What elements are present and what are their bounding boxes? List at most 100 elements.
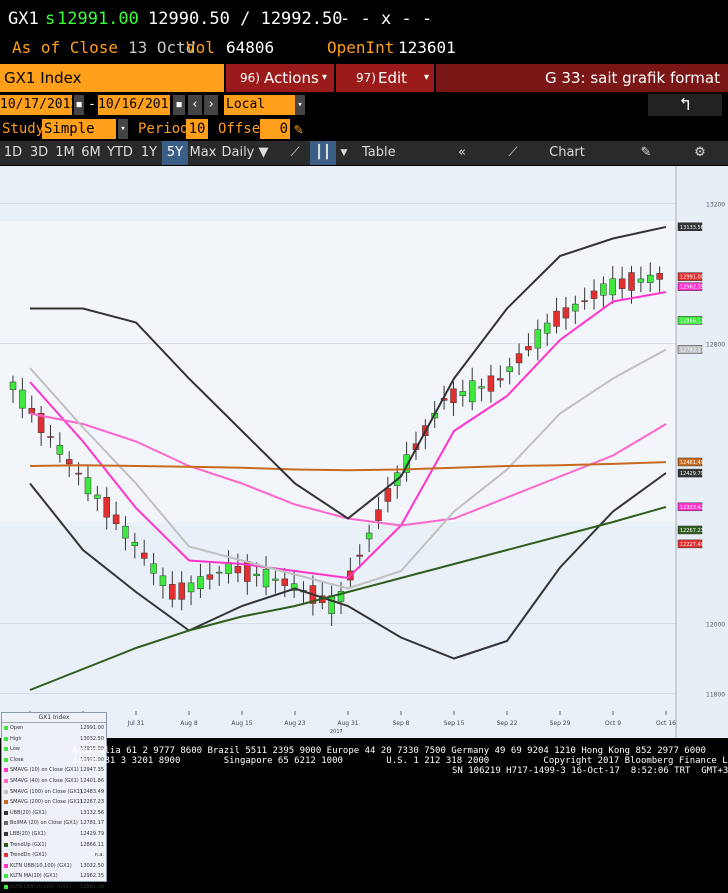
legend-swatch (4, 863, 8, 868)
candle-body (169, 584, 176, 600)
tab-ytd[interactable]: YTD (104, 141, 136, 165)
calendar-icon[interactable]: ▪ (173, 95, 185, 115)
spread-mark: - - x - - (340, 9, 433, 29)
candle-body (281, 578, 289, 586)
chart-canvas[interactable]: 13200128001200011800Jul 14Jul 21Jul 31Au… (0, 166, 728, 738)
tab-1y[interactable]: 1Y (136, 141, 162, 165)
legend-label: Open (10, 725, 24, 731)
legend-value: 13032.50 (80, 862, 104, 869)
pencil-icon[interactable]: ✎ (294, 119, 303, 139)
candle-body (65, 459, 73, 465)
next-period-icon[interactable]: › (204, 95, 218, 115)
chart-toolbar: 1D 3D 1M 6M YTD 1Y 5Y Max Daily ▼ ⟋ ┃┃ ▼ Table … (0, 141, 728, 184)
candlestick-icon[interactable]: ┃┃ (310, 141, 336, 165)
candle-body (150, 563, 157, 574)
candle-body (497, 378, 504, 381)
legend-value: 12429.79 (80, 830, 104, 837)
tab-1m[interactable]: 1M (52, 141, 78, 165)
calendar-icon[interactable]: ▪ (74, 95, 84, 115)
legend-swatch (4, 810, 8, 815)
offset-input[interactable]: 0 (260, 119, 290, 139)
actions-label: Actions (264, 69, 319, 87)
date-separator: - (88, 97, 96, 112)
value-marker-label: 12783.17 (680, 347, 704, 353)
value-marker-label: 12227.49 (680, 542, 704, 548)
value-marker-label: 12866.11 (680, 318, 704, 324)
candle-body (543, 322, 551, 334)
actions-menu[interactable]: 96) Actions ▾ (226, 64, 334, 92)
value-marker-label: 13133.56 (680, 225, 704, 231)
collapse-icon[interactable]: « (452, 141, 472, 165)
legend-item[interactable]: TrendDn (GX1) n.a. (2, 850, 106, 861)
legend-label: TrendDn (GX1) (10, 852, 47, 859)
tab-3d[interactable]: 3D (26, 141, 52, 165)
line-chart-icon[interactable]: ⟋ (284, 141, 306, 165)
back-arrow-icon[interactable]: ↰ (648, 94, 722, 116)
date-range-bar: 10/17/2012 ▪ - 10/16/2017 ▪ ‹ › Local CC… (0, 94, 728, 132)
chart-content-icon[interactable]: ⟋ (504, 141, 522, 165)
chevron-down-icon[interactable]: ▾ (295, 95, 305, 115)
candle-body (562, 307, 570, 319)
tab-max[interactable]: Max (188, 141, 218, 165)
legend-item[interactable]: TrendUp (GX1) 12866.11 (2, 840, 106, 851)
interval-select[interactable]: Daily ▼ (220, 141, 270, 165)
prev-period-icon[interactable]: ‹ (188, 95, 202, 115)
last-price: 12991.00 (57, 9, 139, 29)
chart-content-button[interactable]: Chart Content (530, 141, 604, 184)
x-tick-label: Oct 9 (605, 720, 621, 727)
price-chart[interactable]: 13200128001200011800Jul 14Jul 21Jul 31Au… (0, 166, 728, 890)
period-input[interactable]: 10 (186, 119, 208, 139)
x-tick-label: Aug 31 (337, 720, 358, 727)
value-marker-label: 12429.79 (680, 471, 704, 477)
table-button[interactable]: Table (362, 141, 396, 165)
period-label: Period (138, 121, 189, 137)
security-field[interactable]: GX1 Index (0, 64, 224, 92)
legend-swatch (4, 821, 8, 826)
footer-line-1: Australia 61 2 9777 8600 Brazil 5511 239… (72, 746, 706, 756)
candle-body (94, 494, 101, 499)
candle-body (534, 329, 542, 349)
legend-item[interactable]: BollMA (20) on Close (GX1) 12781.17 (2, 818, 106, 829)
legend-item[interactable]: KLTN MA(10) (GX1) 12962.35 (2, 871, 106, 882)
chevron-down-icon[interactable]: ▼ (338, 141, 350, 165)
legend-label: BollMA (20) on Close (GX1) (10, 820, 78, 827)
open-interest: 123601 (398, 38, 456, 57)
command-bar: GX1 Index 96) Actions ▾ 97) Edit ▾ G 33:… (0, 64, 728, 92)
candle-body (506, 366, 513, 373)
legend-value: 12866.11 (80, 841, 104, 848)
candle-body (478, 386, 485, 389)
bid-ask: 12990.50 / 12992.50 (148, 9, 343, 29)
legend-label: KLTN MA(10) (GX1) (10, 873, 58, 880)
tab-6m[interactable]: 6M (78, 141, 104, 165)
tab-1d[interactable]: 1D (0, 141, 26, 165)
candle-body (553, 310, 560, 327)
candle-body (600, 283, 607, 296)
gear-icon[interactable]: ⚙ (692, 141, 708, 165)
legend-item[interactable]: KLTN LBB(10,100) (GX1) 12881.38 (2, 882, 106, 893)
edit-menu[interactable]: 97) Edit ▾ (336, 64, 434, 92)
candle-body (159, 575, 167, 586)
study-type-select[interactable]: Simple MA (42, 119, 116, 157)
candle-body (384, 488, 392, 502)
start-date-input[interactable]: 10/17/2012 (0, 95, 78, 115)
candle-body (356, 554, 363, 557)
tab-5y[interactable]: 5Y (162, 141, 188, 165)
legend-item[interactable]: LBB(20) (GX1) 12429.79 (2, 829, 106, 840)
end-date-input[interactable]: 10/16/2017 (98, 95, 176, 115)
footer-line-3: SN 106219 H717-1499-3 16-Oct-17 8:52:06 … (452, 766, 728, 776)
quote-header: GX1 s 12991.00 12990.50 / 12992.50 - - x… (0, 0, 728, 38)
candle-body (375, 509, 382, 521)
legend-item[interactable]: KLTN UBB(10,100) (GX1) 13032.50 (2, 861, 106, 872)
value-marker-label: 12461.49 (680, 460, 704, 466)
edit-label: Edit (378, 69, 408, 87)
candle-body (178, 582, 185, 600)
value-marker-label: 12991.00 (680, 275, 704, 281)
currency-select[interactable]: Local CCY (224, 95, 296, 132)
legend-value: 12781.17 (80, 820, 104, 827)
annotate-icon[interactable]: ✎ (638, 141, 654, 165)
vol-label: Vol (186, 38, 215, 57)
legend-item[interactable]: Open 12991.00 (2, 723, 106, 734)
plot-band (0, 221, 676, 522)
chevron-down-icon[interactable]: ▾ (118, 119, 128, 139)
legend-swatch (4, 874, 8, 879)
